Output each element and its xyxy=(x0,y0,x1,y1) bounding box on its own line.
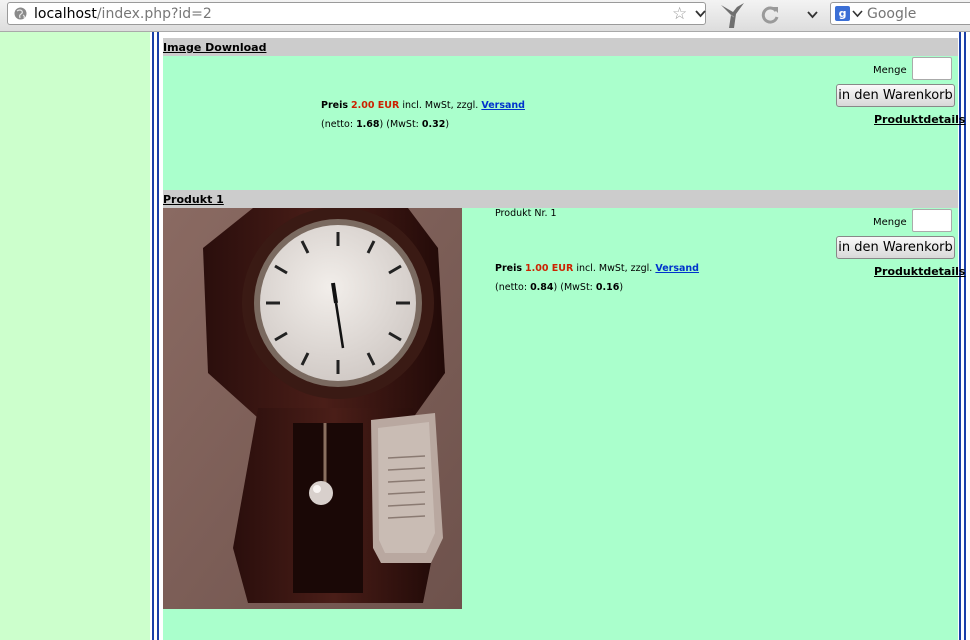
tax-text: incl. MwSt, zzgl. xyxy=(402,100,479,111)
netto-prefix: (netto: xyxy=(495,282,531,293)
netto-value: 0.84 xyxy=(530,282,554,293)
mwst-prefix: ) (MwSt: xyxy=(553,282,596,293)
price-label: Preis xyxy=(321,100,349,111)
frame-border-left-outer xyxy=(152,32,154,640)
frame-border-left-inner xyxy=(157,32,159,640)
history-dropdown-icon[interactable] xyxy=(806,8,819,21)
netto-value: 1.68 xyxy=(356,119,380,130)
add-to-cart-button[interactable]: in den Warenkorb xyxy=(836,84,955,107)
product-number: Produkt Nr. 1 xyxy=(495,208,557,219)
bookmark-star-icon[interactable]: ☆ xyxy=(672,4,687,24)
price-label: Preis xyxy=(495,263,523,274)
search-engine-dropdown-icon[interactable] xyxy=(852,8,863,19)
left-sidebar xyxy=(0,32,150,640)
netto-close: ) xyxy=(619,282,624,293)
product-header: Produkt 1 xyxy=(163,190,958,208)
quantity-label: Menge xyxy=(873,65,907,76)
tax-text: incl. MwSt, zzgl. xyxy=(576,263,653,274)
search-input[interactable] xyxy=(867,4,970,23)
quantity-input[interactable] xyxy=(912,209,952,232)
price-line: Preis 1.00 EUR incl. MwSt, zzgl. Versand xyxy=(495,263,699,274)
search-bar[interactable]: g xyxy=(830,2,970,25)
shipping-link[interactable]: Versand xyxy=(655,263,699,274)
product-title-link[interactable]: Produkt 1 xyxy=(163,193,224,206)
search-engine-icon[interactable]: g xyxy=(835,6,850,21)
url-dropdown-icon[interactable] xyxy=(694,7,707,20)
bird-addon-icon[interactable] xyxy=(718,1,746,29)
netto-prefix: (netto: xyxy=(321,119,357,130)
price-value: 2.00 EUR xyxy=(351,100,400,111)
price-value: 1.00 EUR xyxy=(525,263,574,274)
product-details-link[interactable]: Produktdetails xyxy=(874,265,965,278)
mwst-prefix: ) (MwSt: xyxy=(379,119,422,130)
mwst-value: 0.32 xyxy=(421,119,446,130)
reload-icon[interactable] xyxy=(759,4,781,26)
shipping-link[interactable]: Versand xyxy=(481,100,525,111)
product-details-link[interactable]: Produktdetails xyxy=(874,113,965,126)
add-to-cart-button[interactable]: in den Warenkorb xyxy=(836,236,955,259)
globe-icon xyxy=(14,7,27,20)
product-title-link[interactable]: Image Download xyxy=(163,41,266,54)
netto-line: (netto: 0.84) (MwSt: 0.16) xyxy=(495,282,623,293)
url-text[interactable]: localhost/index.php?id=2 xyxy=(34,6,212,22)
url-host: localhost xyxy=(34,6,97,22)
product-header: Image Download xyxy=(163,38,958,56)
quantity-label: Menge xyxy=(873,217,907,228)
quantity-input[interactable] xyxy=(912,57,952,80)
browser-toolbar: localhost/index.php?id=2 ☆ g xyxy=(0,0,970,32)
price-line: Preis 2.00 EUR incl. MwSt, zzgl. Versand xyxy=(321,100,525,111)
mwst-value: 0.16 xyxy=(595,282,620,293)
url-bar[interactable]: localhost/index.php?id=2 ☆ xyxy=(7,2,706,25)
product-image-wall-clock[interactable] xyxy=(163,208,462,609)
netto-close: ) xyxy=(445,119,450,130)
netto-line: (netto: 1.68) (MwSt: 0.32) xyxy=(321,119,449,130)
url-path: /index.php?id=2 xyxy=(96,6,212,22)
